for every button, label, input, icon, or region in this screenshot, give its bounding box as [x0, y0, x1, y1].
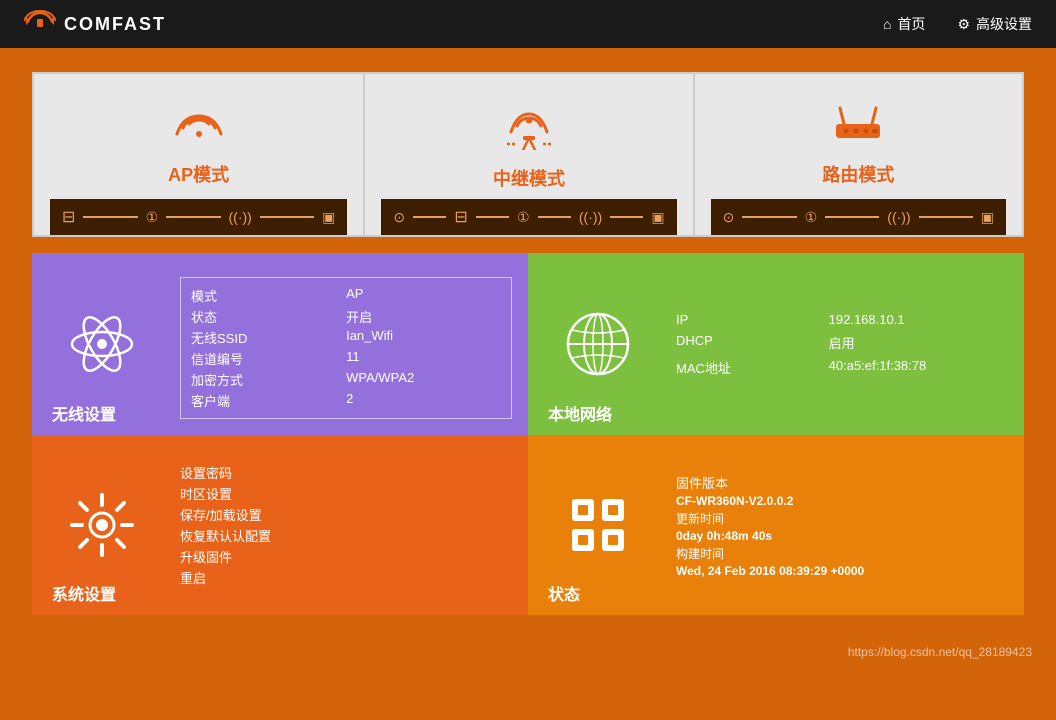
- ap-mode-card[interactable]: AP模式 ⊟ ① ((·)) ▣: [34, 74, 363, 235]
- wireless-tile-label: 无线设置: [52, 401, 116, 425]
- network-info-key-2: MAC地址: [676, 358, 813, 377]
- wireless-tile[interactable]: 模式 AP 状态 开启 无线SSID Ian_Wifi 信道编号 11 加密方式…: [32, 253, 528, 435]
- wireless-info-val-5: 2: [346, 391, 501, 410]
- nav-home-label: 首页: [897, 14, 925, 34]
- wireless-info-val-0: AP: [346, 286, 501, 305]
- system-tile[interactable]: 设置密码 时区设置 保存/加载设置 恢复默认认配置 升级固件 重启 系统设置: [32, 435, 528, 615]
- network-info-val-2: 40:a5:ef:1f:38:78: [829, 358, 1008, 377]
- network-info-table: IP 192.168.10.1 DHCP 启用 MAC地址 40:a5:ef:1…: [676, 312, 1008, 377]
- bar-wifi3-icon: ((·)): [887, 209, 910, 225]
- bar-num2-icon: ①: [517, 209, 530, 226]
- ap-mode-icon: [167, 98, 231, 153]
- bar-signal-icon: ⊙: [393, 209, 405, 226]
- system-links-list: 设置密码 时区设置 保存/加载设置 恢复默认认配置 升级固件 重启: [180, 463, 512, 587]
- wireless-info-table: 模式 AP 状态 开启 无线SSID Ian_Wifi 信道编号 11 加密方式…: [191, 286, 501, 410]
- wireless-info-val-3: 11: [346, 349, 501, 368]
- system-link-timezone[interactable]: 时区设置: [180, 484, 512, 503]
- ap-mode-bar: ⊟ ① ((·)) ▣: [50, 199, 347, 235]
- router-mode-bar: ⊙ ① ((·)) ▣: [711, 199, 1006, 235]
- system-link-restore[interactable]: 恢复默认认配置: [180, 526, 512, 545]
- logo: COMFAST: [24, 9, 166, 39]
- wireless-info-val-2: Ian_Wifi: [346, 328, 501, 347]
- bar-plug-icon: ⊟: [62, 207, 75, 227]
- repeater-mode-icon: [493, 98, 565, 157]
- bottom-grid: 模式 AP 状态 开启 无线SSID Ian_Wifi 信道编号 11 加密方式…: [32, 253, 1024, 615]
- status-fw-value: CF-WR360N-V2.0.0.2: [676, 494, 1008, 508]
- network-content: IP 192.168.10.1 DHCP 启用 MAC地址 40:a5:ef:1…: [668, 253, 1024, 435]
- status-info-block: 固件版本 CF-WR360N-V2.0.0.2 更新时间 0day 0h:48m…: [676, 473, 1008, 578]
- system-tile-label: 系统设置: [52, 581, 116, 605]
- bar-plug2-icon: ⊟: [454, 207, 467, 227]
- nav-links: ⌂ 首页 ⚙ 高级设置: [883, 14, 1032, 34]
- network-info-key-1: DHCP: [676, 333, 813, 352]
- wireless-info-val-4: WPA/WPA2: [346, 370, 501, 389]
- footer-text: https://blog.csdn.net/qq_28189423: [848, 645, 1032, 659]
- status-update-label: 更新时间: [676, 510, 1008, 527]
- router-mode-card[interactable]: 路由模式 ⊙ ① ((·)) ▣: [693, 74, 1022, 235]
- bar-num-icon: ①: [146, 209, 159, 226]
- status-tile-label: 状态: [548, 581, 580, 605]
- status-fw-label: 固件版本: [676, 473, 1008, 492]
- main-content: AP模式 ⊟ ① ((·)) ▣: [0, 48, 1056, 639]
- bar-wifi2-icon: ((·)): [579, 209, 602, 225]
- home-icon: ⌂: [883, 16, 891, 32]
- wireless-info-key-5: 客户端: [191, 391, 334, 410]
- nav-home-link[interactable]: ⌂ 首页: [883, 14, 925, 34]
- bar-wifi-icon: ((·)): [229, 209, 252, 225]
- atom-icon: [66, 308, 138, 380]
- status-update-value: 0day 0h:48m 40s: [676, 529, 1008, 543]
- status-build-value: Wed, 24 Feb 2016 08:39:29 +0000: [676, 564, 1008, 578]
- wireless-content: 模式 AP 状态 开启 无线SSID Ian_Wifi 信道编号 11 加密方式…: [172, 253, 528, 435]
- repeater-mode-card[interactable]: 中继模式 ⊙ ⊟ ① ((·)) ▣: [363, 74, 692, 235]
- network-info-key-0: IP: [676, 312, 813, 327]
- header: COMFAST ⌂ 首页 ⚙ 高级设置: [0, 0, 1056, 48]
- logo-brand-text: COMFAST: [64, 14, 166, 35]
- network-info-val-1: 启用: [829, 333, 1008, 352]
- network-tile-label: 本地网络: [548, 401, 612, 425]
- wireless-info-key-4: 加密方式: [191, 370, 334, 389]
- wireless-info-val-1: 开启: [346, 307, 501, 326]
- globe-icon: [564, 310, 632, 378]
- network-info-val-0: 192.168.10.1: [829, 312, 1008, 327]
- status-build-label: 构建时间: [676, 545, 1008, 562]
- status-content: 固件版本 CF-WR360N-V2.0.0.2 更新时间 0day 0h:48m…: [668, 435, 1024, 615]
- bar-num3-icon: ①: [805, 209, 818, 226]
- wireless-info-key-1: 状态: [191, 307, 334, 326]
- gear-icon-svg: [68, 491, 136, 559]
- ap-mode-label: AP模式: [168, 161, 229, 187]
- settings-icon: ⚙: [957, 16, 970, 33]
- nav-advanced-link[interactable]: ⚙ 高级设置: [957, 14, 1032, 34]
- repeater-mode-bar: ⊙ ⊟ ① ((·)) ▣: [381, 199, 676, 235]
- wireless-info-key-2: 无线SSID: [191, 328, 334, 347]
- app-status-icon: [566, 493, 630, 557]
- system-link-reboot[interactable]: 重启: [180, 568, 512, 587]
- router-mode-label: 路由模式: [822, 161, 894, 187]
- system-content: 设置密码 时区设置 保存/加载设置 恢复默认认配置 升级固件 重启: [172, 435, 528, 615]
- bar-monitor3-icon: ▣: [981, 209, 994, 226]
- nav-advanced-label: 高级设置: [976, 14, 1032, 34]
- status-tile[interactable]: 固件版本 CF-WR360N-V2.0.0.2 更新时间 0day 0h:48m…: [528, 435, 1024, 615]
- network-tile[interactable]: IP 192.168.10.1 DHCP 启用 MAC地址 40:a5:ef:1…: [528, 253, 1024, 435]
- system-link-password[interactable]: 设置密码: [180, 463, 512, 482]
- router-mode-icon: [822, 98, 894, 153]
- logo-icon: [24, 9, 56, 39]
- bar-monitor2-icon: ▣: [651, 209, 664, 226]
- system-link-save[interactable]: 保存/加载设置: [180, 505, 512, 524]
- footer: https://blog.csdn.net/qq_28189423: [0, 639, 1056, 665]
- bar-monitor-icon: ▣: [322, 209, 335, 226]
- system-link-upgrade[interactable]: 升级固件: [180, 547, 512, 566]
- wireless-info-key-0: 模式: [191, 286, 334, 305]
- wireless-info-key-3: 信道编号: [191, 349, 334, 368]
- bar-signal3-icon: ⊙: [723, 209, 735, 226]
- mode-row: AP模式 ⊟ ① ((·)) ▣: [32, 72, 1024, 237]
- repeater-mode-label: 中继模式: [493, 165, 565, 191]
